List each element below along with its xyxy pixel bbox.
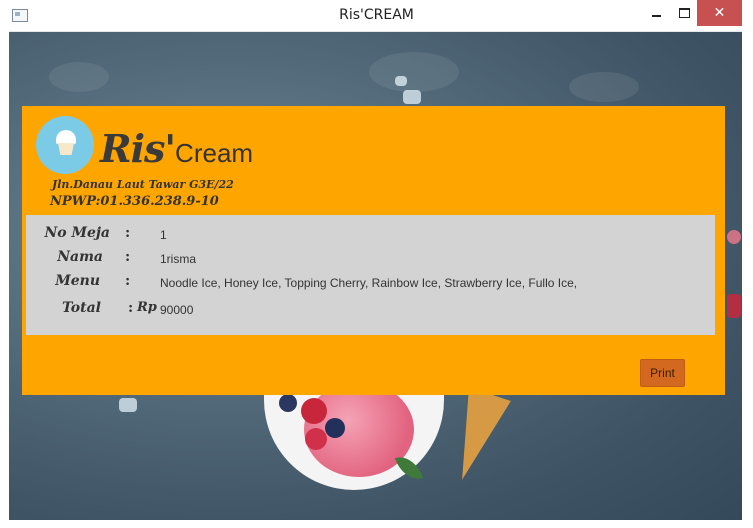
label-menu: Menu [55,273,100,289]
value-total: 90000 [160,303,194,317]
texture-speck [569,72,639,102]
row-total: Total : Rp 90000 [26,300,715,322]
maximize-icon [679,8,690,18]
berry-edge [727,230,741,244]
ice-cube [119,398,137,412]
row-no-meja: No Meja : 1 [26,225,715,247]
print-button[interactable]: Print [640,359,685,387]
strawberry [301,398,327,424]
window-frame-right [742,31,753,528]
logo [36,116,94,174]
close-button[interactable]: ✕ [697,0,742,26]
separator-colon: : [125,225,131,241]
strawberry [305,428,327,450]
value-menu: Noodle Ice, Honey Ice, Topping Cherry, R… [160,276,578,290]
separator-colon: : [125,249,131,265]
label-total: Total [61,300,101,316]
currency-rp: Rp [137,300,157,315]
ice-cream-cup-icon [56,130,76,156]
row-nama: Nama : 1risma [26,249,715,271]
value-nama: 1risma [160,252,197,266]
store-address: Jln.Danau Laut Tawar G3E/22 [52,178,234,191]
ice-cream-cone [441,387,511,487]
close-icon: ✕ [713,5,726,21]
tax-number: NPWP:01.336.238.9-10 [50,194,219,209]
row-menu: Menu : Noodle Ice, Honey Ice, Topping Ch… [26,273,715,295]
cup-top [56,130,76,144]
cup-body [58,143,74,155]
window-frame-left [0,31,9,528]
label-no-meja: No Meja [44,225,110,241]
ice-cube [403,90,421,104]
value-no-meja: 1 [160,228,167,242]
title-bar: Ris'CREAM ✕ [0,0,753,32]
blueberry [325,418,345,438]
texture-speck [369,52,459,92]
separator-colon: : [125,273,131,289]
order-details: No Meja : 1 Nama : 1risma Menu : Noodle … [26,215,715,335]
label-nama: Nama [57,249,103,265]
ice-cube [395,76,407,86]
texture-speck [49,62,109,92]
brand-name: Ris'Cream [100,126,253,176]
window-frame-bottom [0,520,753,528]
blueberry [279,394,297,412]
strawberry-edge [727,294,741,318]
receipt-panel: Ris'Cream Jln.Danau Laut Tawar G3E/22 NP… [22,106,725,395]
separator-colon: : [128,300,134,316]
minimize-icon [652,15,661,17]
brand-name-cream: Cream [175,138,254,168]
brand-name-ris: Ris' [100,126,176,171]
